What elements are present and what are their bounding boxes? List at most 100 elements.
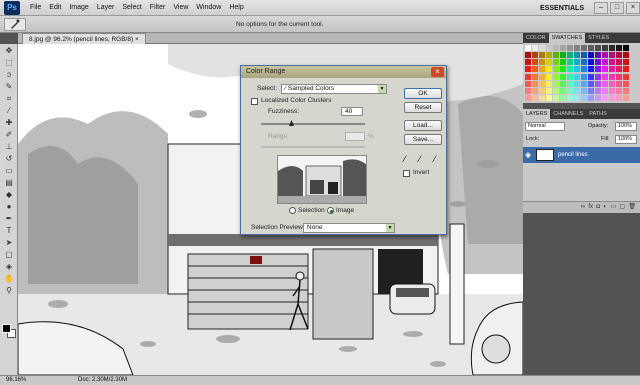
swatch-cell[interactable]	[539, 80, 545, 87]
swatch-cell[interactable]	[539, 45, 545, 51]
gradient-tool-icon[interactable]: ▤	[2, 177, 16, 188]
swatch-cell[interactable]	[588, 87, 594, 94]
save-button[interactable]: Save...	[404, 134, 442, 145]
swatch-cell[interactable]	[567, 66, 573, 73]
eyedropper-tool-icon[interactable]: ⁄	[2, 105, 16, 116]
selection-preview-thumbnail[interactable]	[277, 155, 367, 204]
swatch-cell[interactable]	[553, 80, 559, 87]
swatch-cell[interactable]	[623, 73, 629, 80]
type-tool-icon[interactable]: T	[2, 225, 16, 236]
maximize-button[interactable]: □	[610, 2, 624, 14]
blend-mode-select[interactable]: Normal	[525, 122, 565, 131]
swatch-cell[interactable]	[532, 66, 538, 73]
minimize-button[interactable]: –	[594, 2, 608, 14]
swatch-cell[interactable]	[574, 87, 580, 94]
swatch-cell[interactable]	[623, 59, 629, 66]
delete-layer-icon[interactable]: 🗑	[628, 204, 636, 210]
load-button[interactable]: Load...	[404, 120, 442, 131]
swatch-cell[interactable]	[602, 80, 608, 87]
swatch-cell[interactable]	[602, 73, 608, 80]
swatch-cell[interactable]	[567, 94, 573, 101]
subtract-from-sample-eyedropper-icon[interactable]: ⁄	[434, 154, 436, 164]
swatch-cell[interactable]	[560, 87, 566, 94]
swatch-cell[interactable]	[609, 52, 615, 59]
swatch-cell[interactable]	[567, 52, 573, 59]
swatch-cell[interactable]	[560, 66, 566, 73]
fill-input[interactable]: 100%	[615, 135, 637, 144]
swatch-cell[interactable]	[553, 59, 559, 66]
crop-tool-icon[interactable]: ⌗	[2, 93, 16, 104]
swatch-cell[interactable]	[602, 66, 608, 73]
swatch-cell[interactable]	[595, 94, 601, 101]
swatch-cell[interactable]	[588, 80, 594, 87]
swatch-cell[interactable]	[616, 59, 622, 66]
localized-clusters-checkbox[interactable]	[251, 98, 258, 105]
swatch-cell[interactable]	[574, 45, 580, 51]
swatch-cell[interactable]	[560, 94, 566, 101]
swatch-cell[interactable]	[525, 87, 531, 94]
swatch-cell[interactable]	[553, 52, 559, 59]
swatch-cell[interactable]	[539, 73, 545, 80]
add-style-icon[interactable]: fx	[588, 204, 593, 210]
swatch-cell[interactable]	[588, 59, 594, 66]
swatch-cell[interactable]	[609, 80, 615, 87]
hand-tool-icon[interactable]: ✋	[2, 273, 16, 284]
path-select-tool-icon[interactable]: ➤	[2, 237, 16, 248]
swatch-cell[interactable]	[539, 66, 545, 73]
swatch-cell[interactable]	[609, 59, 615, 66]
healing-tool-icon[interactable]: ✚	[2, 117, 16, 128]
swatch-cell[interactable]	[532, 45, 538, 51]
new-layer-icon[interactable]: ▢	[619, 204, 625, 210]
swatch-cell[interactable]	[609, 73, 615, 80]
tab-layers[interactable]: LAYERS	[523, 109, 551, 119]
swatch-cell[interactable]	[595, 52, 601, 59]
swatch-cell[interactable]	[546, 59, 552, 66]
color-swatches-fg-bg[interactable]	[2, 324, 16, 338]
add-to-sample-eyedropper-icon[interactable]: ⁄	[419, 154, 421, 164]
swatch-cell[interactable]	[560, 59, 566, 66]
dialog-close-button[interactable]: ×	[431, 67, 444, 77]
swatch-cell[interactable]	[595, 59, 601, 66]
fuzziness-input[interactable]: 40	[341, 107, 363, 116]
swatch-cell[interactable]	[609, 87, 615, 94]
tab-channels[interactable]: CHANNELS	[550, 109, 586, 119]
swatch-cell[interactable]	[616, 94, 622, 101]
swatch-cell[interactable]	[588, 73, 594, 80]
swatch-cell[interactable]	[525, 73, 531, 80]
tab-close-icon[interactable]: ×	[135, 36, 139, 43]
swatch-cell[interactable]	[602, 45, 608, 51]
pen-tool-icon[interactable]: ✒	[2, 213, 16, 224]
swatch-cell[interactable]	[588, 52, 594, 59]
swatch-cell[interactable]	[616, 45, 622, 51]
swatch-cell[interactable]	[532, 52, 538, 59]
swatch-cell[interactable]	[560, 45, 566, 51]
swatch-cell[interactable]	[567, 80, 573, 87]
image-radio[interactable]	[327, 207, 334, 214]
swatch-cell[interactable]	[532, 87, 538, 94]
swatch-cell[interactable]	[560, 80, 566, 87]
eye-icon[interactable]: ◉	[525, 151, 533, 159]
reset-button[interactable]: Reset	[404, 102, 442, 113]
swatch-cell[interactable]	[539, 52, 545, 59]
swatch-cell[interactable]	[581, 66, 587, 73]
swatch-cell[interactable]	[595, 45, 601, 51]
history-brush-icon[interactable]: ↺	[2, 153, 16, 164]
tab-paths[interactable]: PATHS	[586, 109, 610, 119]
menu-file[interactable]: File	[26, 0, 45, 16]
dodge-tool-icon[interactable]: ●	[2, 201, 16, 212]
menu-layer[interactable]: Layer	[93, 0, 119, 16]
swatch-cell[interactable]	[525, 80, 531, 87]
swatch-cell[interactable]	[581, 80, 587, 87]
marquee-tool-icon[interactable]: ⬚	[2, 57, 16, 68]
swatch-cell[interactable]	[595, 87, 601, 94]
menu-filter[interactable]: Filter	[146, 0, 170, 16]
swatch-cell[interactable]	[532, 59, 538, 66]
swatch-cell[interactable]	[595, 73, 601, 80]
swatch-cell[interactable]	[588, 66, 594, 73]
close-window-button[interactable]: ×	[626, 2, 640, 14]
swatch-cell[interactable]	[623, 87, 629, 94]
swatch-cell[interactable]	[560, 52, 566, 59]
swatch-cell[interactable]	[623, 80, 629, 87]
invert-checkbox[interactable]	[403, 170, 410, 177]
tool-preset-picker[interactable]	[4, 17, 26, 31]
